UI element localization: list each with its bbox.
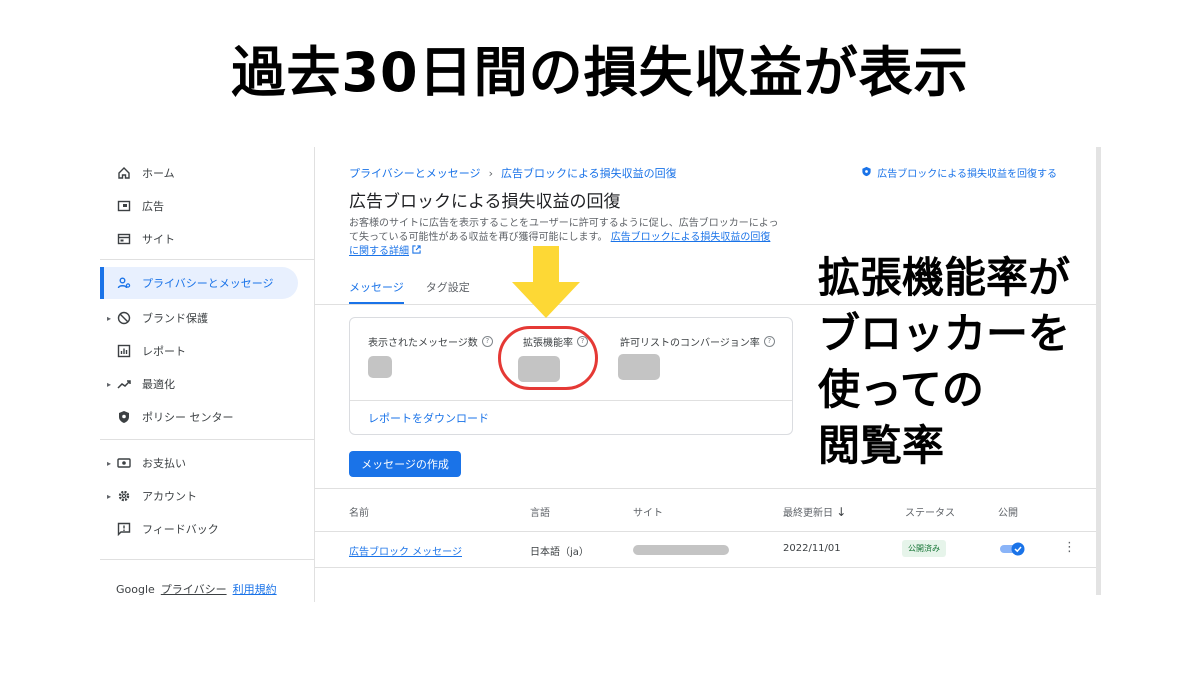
sidebar-item-home[interactable]: ホーム [100, 157, 298, 189]
metric-label: 許可リストのコンバージョン率 [620, 338, 760, 349]
sidebar-item-brand-safety[interactable]: ▸ ブランド保護 [100, 302, 298, 334]
gear-icon [116, 488, 132, 504]
google-brand: Google [116, 583, 155, 596]
report-icon [116, 343, 132, 359]
sidebar-item-ads[interactable]: 広告 [100, 190, 298, 222]
sidebar-divider [100, 559, 314, 560]
feedback-icon [116, 521, 132, 537]
help-icon[interactable]: ? [481, 336, 493, 347]
tab-bar: メッセージ タグ設定 [349, 279, 470, 304]
external-link-icon [412, 245, 421, 257]
sidebar-item-optimization[interactable]: ▸ 最適化 [100, 368, 298, 400]
sidebar-divider [100, 259, 314, 260]
status-badge: 公開済み [902, 540, 946, 557]
annotation-line: ブロッカーを [818, 309, 1071, 358]
table-header: 名前 言語 サイト 最終更新日 ↓ ステータス 公開 [315, 488, 1101, 532]
sidebar-item-label: 最適化 [142, 378, 175, 391]
create-message-button[interactable]: メッセージの作成 [349, 451, 461, 477]
sidebar-item-label: ブランド保護 [142, 312, 208, 325]
annotation-text: 拡張機能率が ブロッカーを 使っての 閲覧率 [818, 250, 1070, 474]
trend-icon [116, 376, 132, 392]
terms-link[interactable]: 利用規約 [233, 583, 277, 596]
column-header-status[interactable]: ステータス [905, 504, 955, 519]
help-icon[interactable]: ? [763, 336, 775, 347]
sidebar-item-label: フィードバック [142, 523, 219, 536]
highlight-circle [498, 326, 598, 390]
breadcrumb: プライバシーとメッセージ › 広告ブロックによる損失収益の回復 [349, 165, 677, 181]
recover-revenue-link-label: 広告ブロックによる損失収益を回復する [877, 169, 1057, 180]
sidebar-divider [100, 439, 314, 440]
sidebar-item-label: お支払い [142, 457, 186, 470]
card-divider [350, 400, 792, 401]
sidebar-item-label: ポリシー センター [142, 411, 234, 424]
sites-icon [116, 231, 132, 247]
breadcrumb-current[interactable]: 広告ブロックによる損失収益の回復 [501, 167, 677, 180]
headline: 過去30日間の損失収益が表示 [231, 41, 969, 104]
sidebar-item-policy-center[interactable]: ポリシー センター [100, 401, 298, 433]
column-header-label: 最終更新日 [783, 508, 833, 519]
message-name-link[interactable]: 広告ブロック メッセージ [349, 547, 462, 558]
sidebar-item-payments[interactable]: ▸ お支払い [100, 447, 298, 479]
shield-eye-icon [861, 166, 872, 180]
breadcrumb-parent[interactable]: プライバシーとメッセージ [349, 167, 481, 180]
metric-allowlist-conversion: 許可リストのコンバージョン率? [620, 334, 775, 349]
yellow-down-arrow-icon [512, 246, 580, 322]
language-cell: 日本語（ja） [530, 547, 589, 558]
table-row: 広告ブロック メッセージ 日本語（ja） 2022/11/01 公開済み ⋮ [315, 531, 1101, 568]
annotation-line: 使っての [818, 365, 984, 414]
privacy-link[interactable]: プライバシー [161, 583, 227, 596]
redacted-site [633, 545, 729, 555]
sidebar-item-privacy-messaging[interactable]: プライバシーとメッセージ [100, 267, 298, 299]
redacted-value [368, 356, 392, 378]
column-header-published[interactable]: 公開 [998, 504, 1018, 519]
sidebar-footer: Google プライバシー 利用規約 [116, 581, 277, 597]
annotation-line: 拡張機能率が [818, 253, 1071, 302]
publish-toggle[interactable] [1000, 541, 1025, 556]
block-icon [116, 310, 132, 326]
message-name-cell: 広告ブロック メッセージ [349, 543, 462, 558]
download-report-link[interactable]: レポートをダウンロード [368, 410, 489, 426]
expand-caret-icon: ▸ [107, 313, 112, 323]
metric-messages-shown: 表示されたメッセージ数? [368, 334, 493, 349]
window-right-edge [1096, 147, 1101, 595]
tab-tag-settings[interactable]: タグ設定 [426, 279, 470, 304]
page-title: 広告ブロックによる損失収益の回復 [349, 192, 621, 212]
expand-caret-icon: ▸ [107, 458, 112, 468]
last-updated-cell: 2022/11/01 [783, 543, 841, 554]
column-header-name[interactable]: 名前 [349, 504, 369, 519]
shield-icon [116, 409, 132, 425]
tab-messages[interactable]: メッセージ [349, 279, 404, 304]
sidebar-item-feedback[interactable]: フィードバック [100, 513, 298, 545]
sidebar-item-label: サイト [142, 233, 175, 246]
sort-down-arrow-icon: ↓ [836, 505, 847, 519]
expand-caret-icon: ▸ [107, 379, 112, 389]
column-header-last-updated[interactable]: 最終更新日 ↓ [783, 504, 846, 519]
annotation-line: 閲覧率 [818, 421, 945, 470]
recover-revenue-link[interactable]: 広告ブロックによる損失収益を回復する [861, 165, 1057, 180]
metric-label: 表示されたメッセージ数 [368, 338, 478, 349]
sidebar-item-label: レポート [142, 345, 186, 358]
sidebar-item-label: アカウント [142, 490, 197, 503]
sidebar-item-account[interactable]: ▸ アカウント [100, 480, 298, 512]
redacted-value [618, 354, 660, 380]
ads-icon [116, 198, 132, 214]
privacy-icon [116, 275, 132, 291]
breadcrumb-separator-icon: › [488, 167, 493, 180]
expand-caret-icon: ▸ [107, 491, 112, 501]
sidebar-item-label: ホーム [142, 167, 175, 180]
more-options-icon[interactable]: ⋮ [1063, 540, 1076, 555]
column-header-language[interactable]: 言語 [530, 504, 550, 519]
sidebar-item-sites[interactable]: サイト [100, 223, 298, 255]
sidebar-item-label: プライバシーとメッセージ [142, 277, 274, 290]
payments-icon [116, 455, 132, 471]
sidebar: ホーム 広告 サイト プライバシーとメッセージ ▸ ブランド保護 レポート ▸ … [100, 147, 315, 602]
home-icon [116, 165, 132, 181]
column-header-site[interactable]: サイト [633, 504, 663, 519]
sidebar-item-reports[interactable]: レポート [100, 335, 298, 367]
sidebar-item-label: 広告 [142, 200, 164, 213]
